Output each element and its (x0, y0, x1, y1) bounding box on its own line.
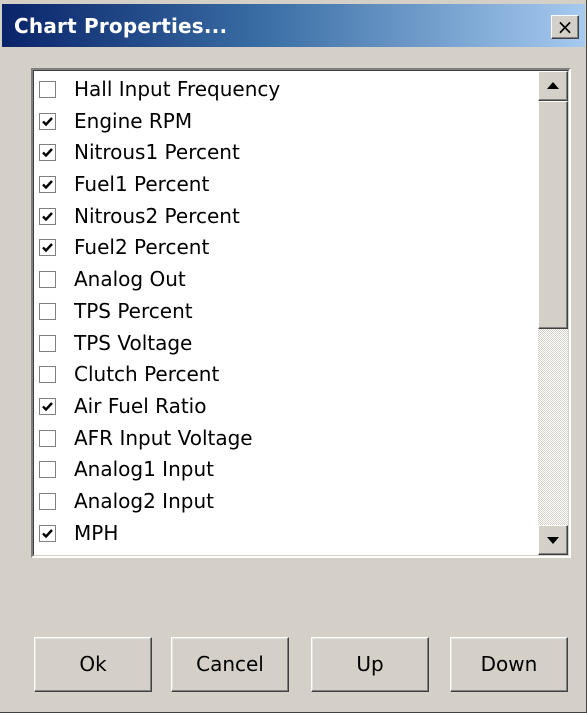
checkmark-icon (42, 243, 53, 253)
checkmark-icon (42, 528, 53, 538)
arrow-up-icon (547, 82, 559, 89)
list-item[interactable]: Analog2 Input (34, 486, 539, 518)
list-item-label: Hall Input Frequency (74, 77, 281, 101)
checkmark-icon (42, 402, 53, 412)
checkbox[interactable] (39, 176, 56, 194)
title-bar[interactable]: Chart Properties... × (2, 4, 585, 47)
list-item-label: AFR Input Voltage (74, 425, 253, 450)
list-item-label: Air Fuel Ratio (74, 393, 207, 418)
window-title: Chart Properties... (14, 14, 228, 38)
checkbox[interactable] (39, 397, 56, 415)
chart-properties-dialog: Chart Properties... × Hall Input Frequen… (0, 0, 587, 713)
list-item-label: Engine RPM (74, 108, 193, 133)
list-item[interactable]: TPS Percent (34, 296, 539, 328)
checkmark-icon (42, 148, 53, 158)
cancel-button[interactable]: Cancel (171, 637, 289, 692)
series-checklist: Hall Input Frequency Engine RPM Nitrous1 P… (31, 68, 571, 558)
list-item-label: Nitrous1 Percent (74, 140, 240, 165)
checkbox[interactable] (39, 524, 56, 542)
list-item[interactable]: Analog1 Input (34, 454, 539, 486)
checkbox[interactable] (39, 334, 56, 352)
checkmark-icon (42, 180, 53, 190)
list-item[interactable]: AFR Input Voltage (34, 423, 539, 455)
checkbox[interactable] (39, 271, 56, 289)
checkbox[interactable] (39, 302, 56, 320)
list-item[interactable]: Analog Out (34, 264, 539, 296)
down-button[interactable]: Down (450, 637, 568, 692)
ok-button[interactable]: Ok (34, 637, 152, 692)
checkmark-icon (42, 116, 53, 126)
scroll-up-button[interactable] (538, 71, 568, 101)
list-item[interactable]: Fuel1 Percent (34, 169, 539, 201)
checkbox[interactable] (39, 239, 56, 257)
list-item-label: TPS Percent (74, 298, 193, 323)
list-item-label: TPS Voltage (74, 330, 193, 355)
series-checklist-viewport: Hall Input Frequency Engine RPM Nitrous1 P… (33, 70, 569, 556)
list-item[interactable]: Air Fuel Ratio (34, 391, 539, 423)
arrow-down-icon (547, 537, 559, 544)
list-item[interactable]: TPS Voltage (34, 328, 539, 360)
list-item[interactable]: Nitrous1 Percent (34, 137, 539, 169)
list-item-label: Nitrous2 Percent (74, 203, 240, 228)
list-item[interactable]: Nitrous2 Percent (34, 201, 539, 233)
list-item-label: Analog1 Input (74, 457, 214, 482)
checkbox[interactable] (39, 81, 56, 98)
list-item[interactable]: MPH (34, 518, 539, 550)
vertical-scrollbar[interactable] (538, 71, 568, 555)
checkbox[interactable] (39, 207, 56, 225)
checkbox[interactable] (39, 461, 56, 479)
list-item[interactable]: Engine RPM (34, 106, 539, 138)
list-item-label: Fuel1 Percent (74, 172, 210, 197)
list-item[interactable]: Clutch Percent (34, 359, 539, 391)
close-button[interactable]: × (551, 15, 579, 39)
checkbox[interactable] (39, 112, 56, 130)
list-item[interactable]: Fuel2 Percent (34, 232, 539, 264)
checkbox[interactable] (39, 429, 56, 447)
checkmark-icon (42, 211, 53, 221)
list-item-label: Analog Out (74, 267, 186, 292)
checkbox[interactable] (39, 492, 56, 510)
checkbox[interactable] (39, 144, 56, 162)
list-item[interactable]: Hall Input Frequency (34, 74, 539, 106)
list-item-label: Clutch Percent (74, 362, 220, 387)
close-icon: × (556, 15, 574, 39)
series-checklist-items: Hall Input Frequency Engine RPM Nitrous1 P… (34, 74, 539, 549)
list-item-label: Fuel2 Percent (74, 235, 210, 260)
list-item-label: MPH (74, 520, 119, 545)
scroll-down-button[interactable] (538, 525, 568, 555)
up-button[interactable]: Up (311, 637, 429, 692)
checkbox[interactable] (39, 366, 56, 384)
scrollbar-thumb[interactable] (538, 101, 568, 329)
list-item-label: Analog2 Input (74, 488, 214, 513)
